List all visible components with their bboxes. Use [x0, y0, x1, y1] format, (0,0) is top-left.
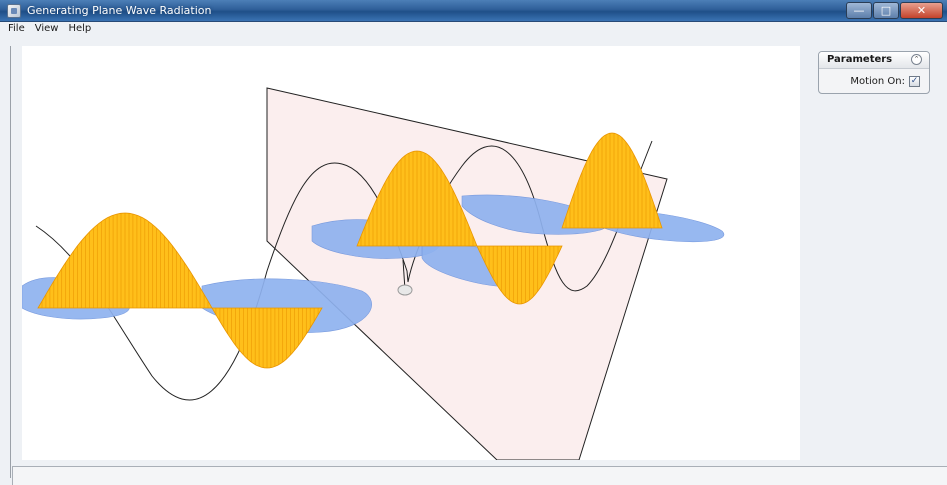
menu-help[interactable]: Help — [63, 22, 96, 35]
java-app-icon — [7, 4, 21, 18]
status-bar — [12, 466, 947, 485]
oscillating-charge — [397, 284, 413, 296]
close-button[interactable]: ✕ — [900, 2, 943, 19]
parameters-header: Parameters ⌃ — [819, 52, 929, 69]
minimize-button[interactable]: — — [846, 2, 872, 19]
parameters-title: Parameters — [827, 54, 893, 65]
left-divider — [10, 46, 11, 478]
menu-file[interactable]: File — [0, 22, 30, 35]
motion-checkbox[interactable]: ✓ — [909, 76, 920, 87]
title-bar[interactable]: Generating Plane Wave Radiation — □ ✕ — [0, 0, 947, 22]
motion-label: Motion On: — [850, 76, 905, 87]
double-chevron-up-icon[interactable]: ⌃ — [911, 54, 922, 65]
parameters-panel: Parameters ⌃ Motion On: ✓ — [818, 51, 930, 94]
3d-viewport[interactable] — [22, 46, 800, 460]
maximize-button[interactable]: □ — [873, 2, 899, 19]
menu-bar: File View Help — [0, 22, 947, 35]
window-title: Generating Plane Wave Radiation — [27, 4, 212, 17]
menu-view[interactable]: View — [30, 22, 64, 35]
plane-wave-scene[interactable] — [22, 46, 800, 460]
window-controls: — □ ✕ — [845, 2, 943, 19]
motion-row: Motion On: ✓ — [819, 75, 929, 89]
